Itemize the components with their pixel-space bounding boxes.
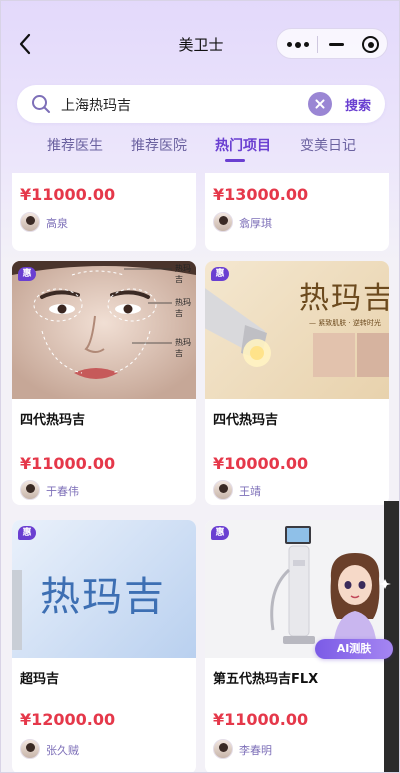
- project-image: 热玛吉: [12, 520, 196, 658]
- project-image: 热玛吉 — 紧致肌肤 · 逆转时光: [205, 261, 389, 399]
- tab-recommended-hospitals[interactable]: 推荐医院: [131, 135, 187, 155]
- search-bar: 上海热玛吉 搜索: [17, 85, 385, 123]
- image-label: 热玛吉: [175, 298, 191, 318]
- clear-search-icon[interactable]: [308, 92, 332, 116]
- app-frame: 美卫士 上海热玛吉 搜索 推荐医生 推荐医院 热门项目 变美日记 ¥11000.…: [0, 0, 400, 773]
- image-headline: 热玛吉: [40, 574, 166, 620]
- doctor-avatar: [20, 739, 40, 759]
- card-price: ¥11000.00: [20, 454, 116, 473]
- image-subheadline: — 紧致肌肤 · 逆转时光: [309, 319, 381, 327]
- discount-badge: 惠: [211, 267, 229, 281]
- doctor-name: 王靖: [239, 485, 261, 498]
- capsule-divider: [317, 36, 318, 53]
- search-icon: [32, 95, 50, 113]
- doctor-avatar: [20, 212, 40, 232]
- tab-hot-projects[interactable]: 热门项目: [215, 135, 271, 155]
- nav-bar: 美卫士: [1, 1, 399, 85]
- project-image: 热玛吉 热玛吉 热玛吉: [12, 261, 196, 399]
- card-price: ¥11000.00: [20, 185, 116, 204]
- discount-badge: 惠: [211, 526, 229, 540]
- doctor-name: 李春明: [239, 744, 272, 757]
- ai-avatar-icon: [330, 553, 391, 649]
- card-title: 四代热玛吉: [20, 413, 86, 428]
- doctor-avatar: [20, 480, 40, 500]
- card-price: ¥11000.00: [213, 710, 309, 729]
- more-icon[interactable]: [287, 41, 309, 48]
- doctor-name: 于春伟: [46, 485, 79, 498]
- project-card[interactable]: ¥11000.00 高泉: [12, 173, 196, 251]
- project-card[interactable]: 热玛吉 惠 超玛吉 ¥12000.00 张久贼: [12, 520, 196, 772]
- doctor-name: 高泉: [46, 217, 68, 230]
- project-card[interactable]: 热玛吉 — 紧致肌肤 · 逆转时光 惠 四代热玛吉 ¥10000.00 王靖: [205, 261, 389, 505]
- card-price: ¥13000.00: [213, 185, 309, 204]
- doctor-avatar: [213, 739, 233, 759]
- card-title: 超玛吉: [20, 672, 60, 687]
- image-headline: 热玛吉: [299, 281, 389, 316]
- project-grid: ¥11000.00 高泉 ¥13000.00 翕厚琪 热玛吉 热玛吉 热玛吉 惠…: [1, 173, 399, 772]
- ai-skin-test-button[interactable]: AI测肤: [315, 549, 397, 661]
- tab-recommended-doctors[interactable]: 推荐医生: [47, 135, 103, 155]
- project-card[interactable]: ¥13000.00 翕厚琪: [205, 173, 389, 251]
- card-price: ¥12000.00: [20, 710, 116, 729]
- close-mini-program-icon[interactable]: [362, 36, 379, 53]
- minimize-icon[interactable]: [329, 43, 344, 46]
- ai-skin-test-label: AI测肤: [315, 639, 393, 659]
- face-illustration: [12, 261, 196, 399]
- discount-badge: 惠: [18, 267, 36, 281]
- mini-program-capsule: [276, 28, 388, 59]
- doctor-name: 翕厚琪: [239, 217, 272, 230]
- image-label: 热玛吉: [175, 264, 191, 284]
- card-title: 第五代热玛吉FLX: [213, 672, 319, 687]
- search-input[interactable]: 上海热玛吉: [61, 95, 131, 115]
- doctor-avatar: [213, 212, 233, 232]
- search-button[interactable]: 搜索: [345, 95, 371, 114]
- doctor-avatar: [213, 480, 233, 500]
- project-card[interactable]: 热玛吉 热玛吉 热玛吉 惠 四代热玛吉 ¥11000.00 于春伟: [12, 261, 196, 505]
- discount-badge: 惠: [18, 526, 36, 540]
- category-tabs: 推荐医生 推荐医院 热门项目 变美日记: [1, 135, 399, 163]
- active-tab-indicator: [225, 159, 245, 162]
- tab-beauty-diary[interactable]: 变美日记: [300, 135, 356, 155]
- card-title: 四代热玛吉: [213, 413, 279, 428]
- card-price: ¥10000.00: [213, 454, 309, 473]
- device-edge: [12, 570, 22, 650]
- image-label: 热玛吉: [175, 338, 191, 358]
- doctor-name: 张久贼: [46, 744, 79, 757]
